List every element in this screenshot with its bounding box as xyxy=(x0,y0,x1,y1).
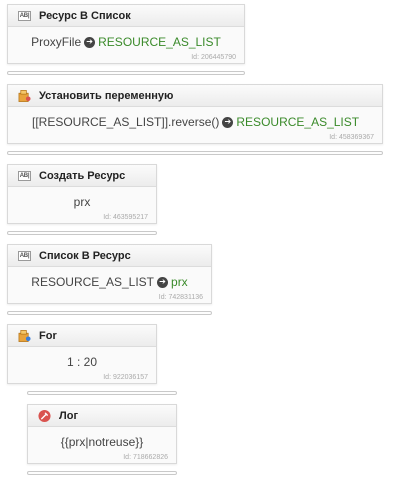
resource-name: prx xyxy=(73,195,91,209)
block-body: [[RESOURCE_AS_LIST]].reverse() ➔ RESOURC… xyxy=(8,107,382,137)
block-title: For xyxy=(39,329,57,342)
block-title: Установить переменную xyxy=(39,89,174,102)
input-variable: ProxyFile xyxy=(31,35,82,49)
block-header: AB| Список В Ресурс xyxy=(8,245,211,267)
output-variable: prx xyxy=(171,275,188,289)
block-header: Лог xyxy=(28,405,176,427)
log-icon xyxy=(38,409,51,422)
action-block-list-to-resource[interactable]: AB| Список В Ресурс RESOURCE_AS_LIST ➔ p… xyxy=(7,244,212,304)
loop-connector[interactable] xyxy=(27,391,177,395)
block-title: Создать Ресурс xyxy=(39,169,126,182)
arrow-right-icon: ➔ xyxy=(222,116,234,128)
loop-icon xyxy=(18,329,31,342)
block-id: Id: 742831136 xyxy=(158,294,203,301)
block-header: AB| Ресурс В Список xyxy=(8,5,244,27)
action-block-log[interactable]: Лог {{prx|notreuse}} Id: 718662826 xyxy=(27,404,177,464)
variable-icon xyxy=(18,89,31,102)
output-variable: RESOURCE_AS_LIST xyxy=(98,35,221,49)
block-body: prx xyxy=(8,187,156,217)
loop-connector[interactable] xyxy=(27,471,177,475)
block-body: ProxyFile ➔ RESOURCE_AS_LIST xyxy=(8,27,244,57)
action-block-set-variable[interactable]: Установить переменную [[RESOURCE_AS_LIST… xyxy=(7,84,383,144)
action-block-resource-to-list[interactable]: AB| Ресурс В Список ProxyFile ➔ RESOURCE… xyxy=(7,4,245,64)
action-block-create-resource[interactable]: AB| Создать Ресурс prx Id: 463595217 xyxy=(7,164,157,224)
block-body: 1 : 20 xyxy=(8,347,156,377)
block-title: Лог xyxy=(59,409,79,422)
text-abl-icon: AB| xyxy=(18,170,31,181)
block-id: Id: 458369367 xyxy=(329,134,374,141)
arrow-right-icon: ➔ xyxy=(84,36,96,48)
expression: [[RESOURCE_AS_LIST]].reverse() xyxy=(32,115,220,129)
arrow-right-icon: ➔ xyxy=(157,276,169,288)
text-abl-icon: AB| xyxy=(18,250,31,261)
text-abl-icon: AB| xyxy=(18,10,31,21)
block-header: Установить переменную xyxy=(8,85,382,107)
block-connector[interactable] xyxy=(7,71,245,75)
block-header: AB| Создать Ресурс xyxy=(8,165,156,187)
block-body: {{prx|notreuse}} xyxy=(28,427,176,457)
action-block-for-loop[interactable]: For 1 : 20 Id: 922036157 xyxy=(7,324,157,384)
output-variable: RESOURCE_AS_LIST xyxy=(236,115,360,129)
block-connector[interactable] xyxy=(7,231,157,235)
block-header: For xyxy=(8,325,156,347)
block-connector[interactable] xyxy=(7,311,212,315)
block-id: Id: 206445790 xyxy=(191,54,236,61)
input-variable: RESOURCE_AS_LIST xyxy=(31,275,155,289)
block-title: Список В Ресурс xyxy=(39,249,131,262)
block-id: Id: 718662826 xyxy=(123,454,168,461)
log-message: {{prx|notreuse}} xyxy=(60,435,144,449)
block-id: Id: 922036157 xyxy=(103,374,148,381)
block-id: Id: 463595217 xyxy=(103,214,148,221)
block-connector[interactable] xyxy=(7,151,383,155)
block-body: RESOURCE_AS_LIST ➔ prx xyxy=(8,267,211,297)
block-title: Ресурс В Список xyxy=(39,9,131,22)
loop-range: 1 : 20 xyxy=(66,355,98,369)
